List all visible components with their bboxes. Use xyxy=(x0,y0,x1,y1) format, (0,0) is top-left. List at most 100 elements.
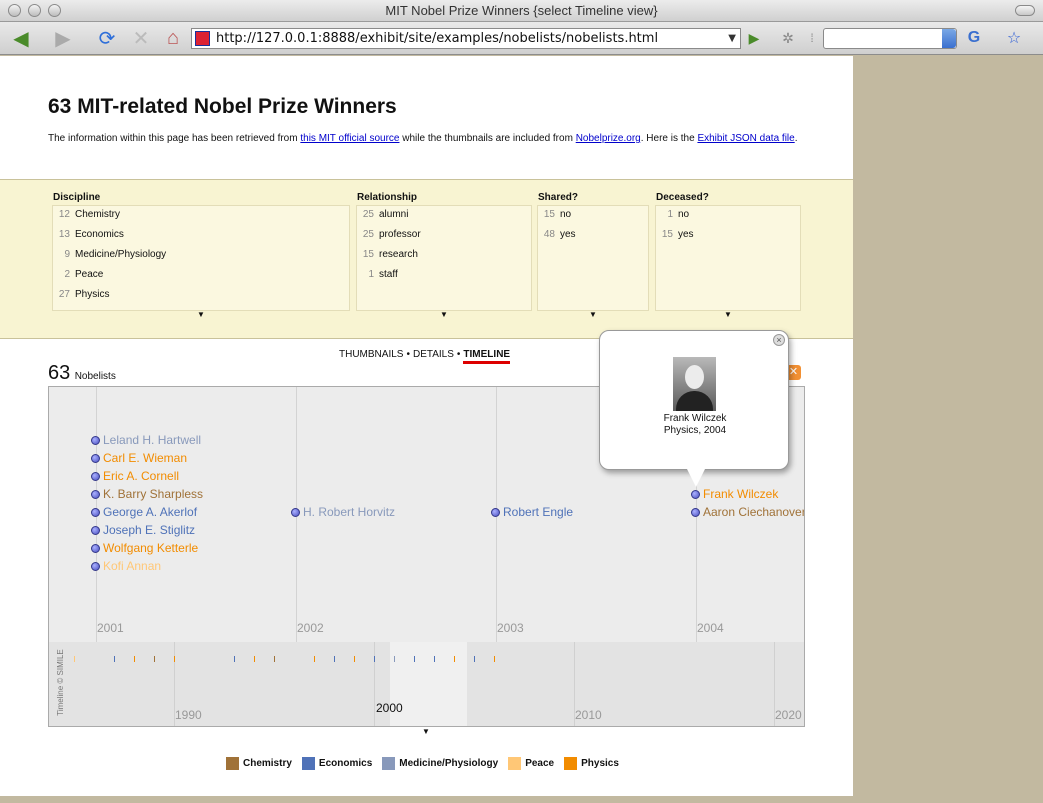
web-page: 63 MIT-related Nobel Prize Winners The i… xyxy=(0,56,853,796)
timeline-overview-band[interactable]: 1990 2000 2010 2020 Timeline © SIMILE xyxy=(49,642,804,726)
back-icon[interactable]: ◀ xyxy=(6,27,36,50)
legend-item: Economics xyxy=(301,757,372,770)
overview-tick xyxy=(114,656,115,662)
facet-item[interactable]: 25 alumni xyxy=(357,206,531,226)
go-icon[interactable]: ▶ xyxy=(744,27,764,49)
event-label: Eric A. Cornell xyxy=(103,469,180,483)
timeline-credit: Timeline © SIMILE xyxy=(55,649,65,716)
facet-value: no xyxy=(560,209,572,220)
close-icon[interactable]: × xyxy=(773,334,785,346)
overview-tick xyxy=(494,656,495,662)
browser-toolbar: ◀ ▶ ⟳ ✕ ⌂ http://127.0.0.1:8888/exhibit/… xyxy=(0,22,1043,55)
facet-value: Peace xyxy=(75,269,104,280)
home-icon[interactable]: ⌂ xyxy=(160,27,186,49)
timeline-event[interactable]: H. Robert Horvitz xyxy=(291,505,395,519)
facet-item[interactable]: 1 no xyxy=(656,206,800,226)
legend-label: Peace xyxy=(525,758,555,769)
overview-tick xyxy=(174,656,175,662)
event-marker-icon xyxy=(291,507,300,517)
event-marker-icon xyxy=(91,471,100,481)
close-window-button[interactable] xyxy=(8,4,21,17)
timeline-event[interactable]: George A. Akerlof xyxy=(91,505,197,519)
timeline-event[interactable]: Eric A. Cornell xyxy=(91,469,179,483)
facet-item[interactable]: 48 yes xyxy=(538,226,648,246)
timeline-event[interactable]: Joseph E. Stiglitz xyxy=(91,523,195,537)
intro-part: . xyxy=(794,133,798,144)
facet-value: Economics xyxy=(75,229,124,240)
intro-part: The information within this page has bee… xyxy=(48,133,301,144)
forward-icon[interactable]: ▶ xyxy=(48,27,78,50)
timeline-event[interactable]: Robert Engle xyxy=(491,505,573,519)
search-input[interactable] xyxy=(823,28,957,49)
zoom-window-button[interactable] xyxy=(48,4,61,17)
timeline-event[interactable]: Aaron Ciechanover xyxy=(691,505,804,519)
facet-item[interactable]: 1 staff xyxy=(357,266,531,286)
timeline-expand-icon[interactable]: ▼ xyxy=(422,727,430,736)
facet-value: Physics xyxy=(75,289,110,300)
facet-item[interactable]: 15 no xyxy=(538,206,648,226)
toolbar-toggle-button[interactable] xyxy=(1015,5,1035,16)
tab-details[interactable]: DETAILS xyxy=(413,349,454,360)
facet-count: 2 xyxy=(64,269,70,280)
tab-timeline[interactable]: TIMELINE xyxy=(463,349,511,364)
facet-item[interactable]: 25 professor xyxy=(357,226,531,246)
overview-tick xyxy=(434,656,435,662)
view-separator: • xyxy=(456,349,461,360)
bookmark-star-icon[interactable]: ☆ xyxy=(1004,27,1024,49)
legend-label: Physics xyxy=(581,758,619,769)
event-label: Frank Wilczek xyxy=(703,487,779,501)
overview-tick xyxy=(134,656,135,662)
decade-label: 2000 xyxy=(376,701,403,715)
legend-label: Chemistry xyxy=(243,758,292,769)
portrait-thumbnail xyxy=(673,357,716,411)
facet-item[interactable]: 2 Peace xyxy=(53,266,349,286)
url-field[interactable]: http://127.0.0.1:8888/exhibit/site/examp… xyxy=(191,28,741,49)
nobelprize-link[interactable]: Nobelprize.org xyxy=(576,133,641,144)
facet-expand-icon[interactable]: ▼ xyxy=(537,310,649,319)
overview-tick xyxy=(414,656,415,662)
year-label: 2003 xyxy=(497,621,524,635)
timeline-event[interactable]: Carl E. Wieman xyxy=(91,451,187,465)
legend-item: Peace xyxy=(508,757,554,770)
facet-expand-icon[interactable]: ▼ xyxy=(356,310,532,319)
timeline-event[interactable]: Kofi Annan xyxy=(91,559,161,573)
google-icon[interactable]: G xyxy=(964,27,984,49)
decade-label: 2010 xyxy=(575,708,602,722)
facet-item[interactable]: 15 research xyxy=(357,246,531,266)
timeline-event[interactable]: Frank Wilczek xyxy=(691,487,778,501)
legend-item: Chemistry xyxy=(226,757,292,770)
mit-source-link[interactable]: this MIT official source xyxy=(300,133,399,144)
facet-expand-icon[interactable]: ▼ xyxy=(655,310,801,319)
facet-title: Shared? xyxy=(538,192,579,203)
tab-thumbnails[interactable]: THUMBNAILS xyxy=(339,349,403,360)
legend-item: Medicine/Physiology xyxy=(382,757,498,770)
timeline-event[interactable]: K. Barry Sharpless xyxy=(91,487,203,501)
view-switcher: THUMBNAILS • DETAILS • TIMELINE xyxy=(339,349,511,364)
facet-value: yes xyxy=(678,229,694,240)
facet-value: Chemistry xyxy=(75,209,121,220)
search-stepper-icon[interactable] xyxy=(942,29,956,48)
resize-handle-icon[interactable]: ⁞ xyxy=(805,27,819,49)
minimize-window-button[interactable] xyxy=(28,4,41,17)
stop-icon[interactable]: ✕ xyxy=(128,27,154,50)
overview-tick xyxy=(274,656,275,662)
reload-icon[interactable]: ⟳ xyxy=(94,27,120,50)
facet-item[interactable]: 12 Chemistry xyxy=(53,206,349,226)
url-dropdown-icon[interactable]: ▼ xyxy=(728,29,736,48)
facet-item[interactable]: 9 Medicine/Physiology xyxy=(53,246,349,266)
facet-item[interactable]: 13 Economics xyxy=(53,226,349,246)
facet-list: 15 no 48 yes xyxy=(537,205,649,311)
overview-tick xyxy=(374,656,375,662)
timeline-event[interactable]: Leland H. Hartwell xyxy=(91,433,201,447)
facet-value: alumni xyxy=(379,209,409,220)
facet-item[interactable]: 15 yes xyxy=(656,226,800,246)
facet-expand-icon[interactable]: ▼ xyxy=(52,310,350,319)
facet-value: yes xyxy=(560,229,576,240)
overview-tick xyxy=(394,656,395,662)
json-data-link[interactable]: Exhibit JSON data file xyxy=(697,133,794,144)
overview-tick xyxy=(334,656,335,662)
event-label: Leland H. Hartwell xyxy=(103,433,202,447)
facet-item[interactable]: 27 Physics xyxy=(53,286,349,306)
timeline-event[interactable]: Wolfgang Ketterle xyxy=(91,541,198,555)
spinner-icon: ✲ xyxy=(782,29,794,46)
